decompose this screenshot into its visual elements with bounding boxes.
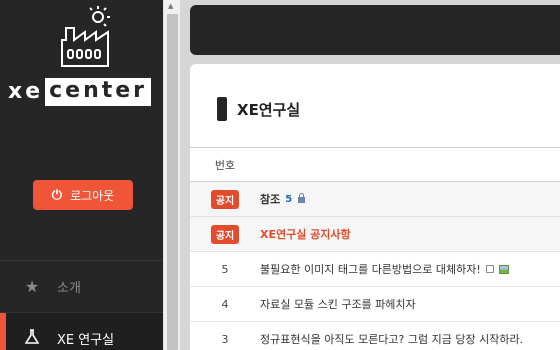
- logout-button[interactable]: ⏻ 로그아웃: [33, 180, 133, 210]
- sidebar-item-label: XE 연구실: [57, 333, 115, 348]
- board-table: 번호 공지 참조 5 공지 XE연구실 공지사항 5 불필요한 이미지 태그를 …: [190, 147, 560, 350]
- logo-part-xe: xe: [8, 79, 44, 104]
- table-row[interactable]: 공지 XE연구실 공지사항: [190, 217, 560, 252]
- row-number: 공지: [190, 189, 260, 209]
- table-row[interactable]: 4 자료실 모듈 스킨 구조를 파헤치자: [190, 287, 560, 322]
- table-row[interactable]: 3 정규표현식을 아직도 모른다고? 그럼 지금 당장 시작하라.: [190, 322, 560, 350]
- sidebar: xe center ⏻ 로그아웃 ★ 소개 XE 연구실: [0, 0, 163, 350]
- sidebar-item-xe-lab[interactable]: XE 연구실: [0, 312, 163, 350]
- board-header: XE연구실: [217, 97, 300, 121]
- row-title: 불필요한 이미지 태그를 다른방법으로 대체하자!: [260, 261, 509, 277]
- title-marker: [217, 97, 227, 121]
- row-title: XE연구실 공지사항: [260, 226, 351, 242]
- post-title-link[interactable]: 불필요한 이미지 태그를 다른방법으로 대체하자!: [260, 261, 481, 277]
- row-number: 3: [221, 332, 229, 346]
- scroll-thumb[interactable]: [167, 14, 178, 350]
- column-header-number: 번호: [214, 158, 236, 172]
- sidebar-item-label: 소개: [57, 281, 81, 296]
- row-title: 참조 5: [260, 191, 306, 207]
- sidebar-scrollbar[interactable]: ▲: [163, 0, 180, 350]
- table-header: 번호: [190, 147, 560, 182]
- top-bar: [190, 5, 560, 55]
- comment-count: 5: [285, 193, 293, 205]
- board-panel: XE연구실 번호 공지 참조 5 공지 XE연구실 공지사항 5 불필요한 이미…: [190, 64, 560, 350]
- post-title-link[interactable]: XE연구실 공지사항: [260, 226, 351, 242]
- sidebar-nav: ★ 소개 XE 연구실: [0, 260, 163, 350]
- notice-badge: 공지: [210, 224, 240, 244]
- row-number: 4: [221, 297, 229, 311]
- row-title: 정규표현식을 아직도 모른다고? 그럼 지금 당장 시작하라.: [260, 331, 523, 347]
- post-title-link[interactable]: 참조: [260, 191, 280, 207]
- post-title-link[interactable]: 정규표현식을 아직도 모른다고? 그럼 지금 당장 시작하라.: [260, 331, 523, 347]
- post-title-link[interactable]: 자료실 모듈 스킨 구조를 파헤치자: [260, 296, 416, 312]
- logo[interactable]: xe center: [0, 0, 163, 120]
- row-title: 자료실 모듈 스킨 구조를 파헤치자: [260, 296, 416, 312]
- page-title: XE연구실: [237, 100, 301, 119]
- logout-label: 로그아웃: [70, 188, 115, 203]
- table-row[interactable]: 5 불필요한 이미지 태그를 다른방법으로 대체하자!: [190, 252, 560, 287]
- row-number: 5: [221, 262, 229, 276]
- table-row[interactable]: 공지 참조 5: [190, 182, 560, 217]
- row-number: 공지: [190, 224, 260, 244]
- logo-part-center: center: [45, 78, 152, 106]
- star-icon: ★: [24, 277, 40, 296]
- image-icon: [498, 264, 509, 274]
- doc-icon: [485, 265, 494, 273]
- logo-wordmark: xe center: [8, 78, 152, 106]
- scroll-up-arrow-icon[interactable]: ▲: [168, 2, 173, 10]
- flask-icon: [22, 328, 42, 349]
- power-icon: ⏻: [51, 187, 63, 203]
- notice-badge: 공지: [210, 189, 240, 209]
- factory-sun-icon: [61, 6, 110, 67]
- lock-icon: [297, 192, 306, 206]
- sidebar-item-intro[interactable]: ★ 소개: [0, 260, 163, 312]
